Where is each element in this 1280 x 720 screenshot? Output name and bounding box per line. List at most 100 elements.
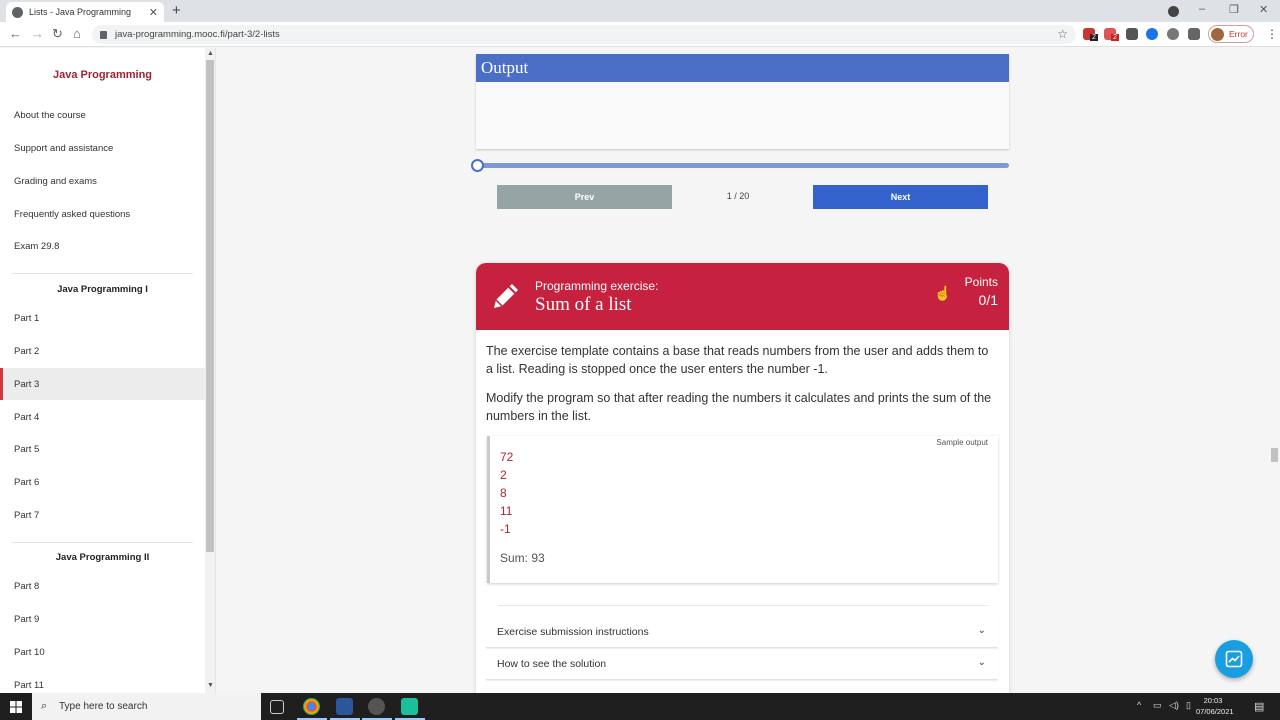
browser-menu-icon[interactable]: ⋮ — [1266, 27, 1278, 41]
back-icon[interactable]: ← — [9, 26, 22, 41]
notification-icon[interactable]: ▤ — [1254, 700, 1264, 713]
browser-tab-bar: Lists - Java Programming ✕ + – ❐ ✕ — [0, 0, 1280, 22]
sidebar-section-java-1: Java Programming I — [57, 284, 148, 295]
browser-toolbar: ← → ↻ ⌂ java-programming.mooc.fi/part-3/… — [0, 22, 1280, 47]
sample-input-line: 2 — [500, 468, 507, 482]
sample-input-line: 72 — [500, 450, 514, 464]
progress-chart-button[interactable] — [1215, 640, 1253, 678]
pencil-icon — [494, 284, 518, 308]
chrome-taskbar-icon[interactable] — [303, 698, 320, 715]
step-slider-handle[interactable] — [471, 159, 484, 172]
exercise-title: Sum of a list — [535, 294, 632, 315]
avatar — [1211, 28, 1224, 41]
profile-error-button[interactable]: Error — [1208, 25, 1254, 43]
minimize-icon[interactable]: – — [1199, 3, 1205, 15]
tab-search-icon[interactable] — [1168, 6, 1179, 17]
network-icon[interactable]: ▭ — [1153, 700, 1162, 711]
extension-icon-5[interactable] — [1167, 28, 1179, 40]
sidebar-item-part-10[interactable]: Part 10 — [0, 636, 205, 668]
sample-output-box: Sample output 72 2 8 11 -1 Sum: 93 — [487, 436, 998, 583]
sidebar-scroll-thumb[interactable] — [206, 60, 214, 552]
extension-badge-1: 2 — [1090, 34, 1098, 41]
points-value: 0/1 — [978, 292, 998, 308]
extension-icon-3[interactable] — [1126, 28, 1138, 40]
new-tab-icon[interactable]: + — [172, 2, 181, 19]
site-favicon-icon — [12, 6, 23, 18]
task-view-icon[interactable] — [270, 700, 284, 714]
clock-date: 07/06/2021 — [1196, 707, 1234, 716]
sidebar-item-part-2[interactable]: Part 2 — [0, 335, 205, 367]
sidebar-item-part-5[interactable]: Part 5 — [0, 433, 205, 465]
volume-icon[interactable]: ◁) — [1169, 700, 1179, 711]
sidebar-divider — [12, 542, 193, 543]
url-text: java-programming.mooc.fi/part-3/2-lists — [115, 29, 280, 40]
sidebar-item-support[interactable]: Support and assistance — [0, 132, 205, 164]
exercise-card: Programming exercise: Sum of a list ☝ Po… — [476, 263, 1009, 693]
address-bar[interactable]: java-programming.mooc.fi/part-3/2-lists … — [92, 25, 1076, 44]
extensions-puzzle-icon[interactable] — [1188, 28, 1200, 40]
accordion-see-solution[interactable]: How to see the solution ⌄ — [486, 648, 998, 680]
sidebar-item-faq[interactable]: Frequently asked questions — [0, 198, 205, 230]
accordion-submission-instructions[interactable]: Exercise submission instructions ⌄ — [486, 616, 998, 648]
home-icon[interactable]: ⌂ — [73, 26, 81, 41]
sidebar-item-part-1[interactable]: Part 1 — [0, 302, 205, 334]
bookmark-star-icon[interactable]: ☆ — [1057, 27, 1068, 41]
sidebar-scrollbar[interactable]: ▲ ▼ — [205, 48, 215, 693]
sidebar-item-exam[interactable]: Exam 29.8 — [0, 230, 205, 262]
sample-input-line: 11 — [500, 504, 513, 518]
reload-icon[interactable]: ↻ — [52, 26, 63, 42]
accordion-label: How to see the solution — [497, 657, 607, 670]
chart-icon — [1225, 650, 1243, 668]
sidebar-item-part-4[interactable]: Part 4 — [0, 401, 205, 433]
sample-input-line: 8 — [500, 486, 507, 500]
sidebar-item-part-11[interactable]: Part 11 — [0, 669, 205, 693]
tab-close-icon[interactable]: ✕ — [149, 6, 158, 19]
taskbar-search-box[interactable]: ⌕ Type here to search — [32, 693, 261, 720]
hand-cursor-icon: ☝ — [934, 285, 952, 301]
step-slider[interactable] — [478, 163, 1009, 168]
exercise-type-label: Programming exercise: — [535, 279, 659, 293]
sidebar-item-part-7[interactable]: Part 7 — [0, 499, 205, 531]
chevron-down-icon: ⌄ — [977, 625, 986, 636]
lock-icon — [100, 30, 107, 39]
exercise-divider — [498, 605, 988, 606]
step-indicator: 1 / 20 — [726, 191, 750, 201]
app-cube-taskbar-icon[interactable] — [401, 698, 418, 715]
sample-output-label: Sample output — [936, 438, 988, 447]
battery-icon[interactable]: ▯ — [1186, 700, 1191, 711]
sidebar-item-about[interactable]: About the course — [0, 99, 205, 131]
accordion-label: Exercise submission instructions — [497, 625, 649, 638]
scroll-down-icon[interactable]: ▼ — [207, 682, 214, 689]
extension-icon-4[interactable] — [1146, 28, 1158, 40]
clock-time: 20:03 — [1203, 696, 1223, 705]
page-scrollbar[interactable] — [1268, 48, 1280, 693]
next-button[interactable]: Next — [813, 185, 988, 209]
forward-icon[interactable]: → — [31, 26, 44, 41]
windows-start-icon[interactable] — [10, 701, 22, 713]
chevron-down-icon: ⌄ — [977, 657, 986, 668]
close-window-icon[interactable]: ✕ — [1259, 3, 1268, 16]
browser-tab[interactable]: Lists - Java Programming ✕ — [6, 2, 164, 22]
sidebar-item-grading[interactable]: Grading and exams — [0, 165, 205, 197]
prev-button[interactable]: Prev — [497, 185, 672, 209]
taskbar-clock[interactable]: 20:03 07/06/2021 — [1196, 695, 1234, 717]
exercise-description-2: Modify the program so that after reading… — [486, 391, 992, 423]
sidebar-item-part-6[interactable]: Part 6 — [0, 466, 205, 498]
exercise-header: Programming exercise: Sum of a list ☝ Po… — [476, 263, 1009, 330]
sidebar-item-part-3[interactable]: Part 3 — [0, 368, 205, 400]
sidebar-section-java-2: Java Programming II — [55, 552, 150, 563]
word-taskbar-icon[interactable] — [336, 698, 353, 715]
output-title: Output — [476, 54, 1009, 82]
page-scroll-thumb[interactable] — [1271, 448, 1278, 462]
sidebar-item-part-9[interactable]: Part 9 — [0, 603, 205, 635]
windows-taskbar: ⌕ Type here to search ^ ▭ ◁) ▯ 20:03 07/… — [0, 693, 1280, 720]
course-sidebar: Java Programming About the course Suppor… — [0, 48, 216, 693]
tab-title: Lists - Java Programming — [29, 7, 132, 17]
restore-icon[interactable]: ❐ — [1229, 3, 1239, 16]
sidebar-item-part-8[interactable]: Part 8 — [0, 570, 205, 602]
sidebar-divider — [12, 273, 193, 274]
sidebar-title[interactable]: Java Programming — [0, 69, 205, 81]
tray-chevron-icon[interactable]: ^ — [1137, 700, 1141, 710]
scroll-up-icon[interactable]: ▲ — [207, 50, 214, 57]
obs-taskbar-icon[interactable] — [368, 698, 385, 715]
